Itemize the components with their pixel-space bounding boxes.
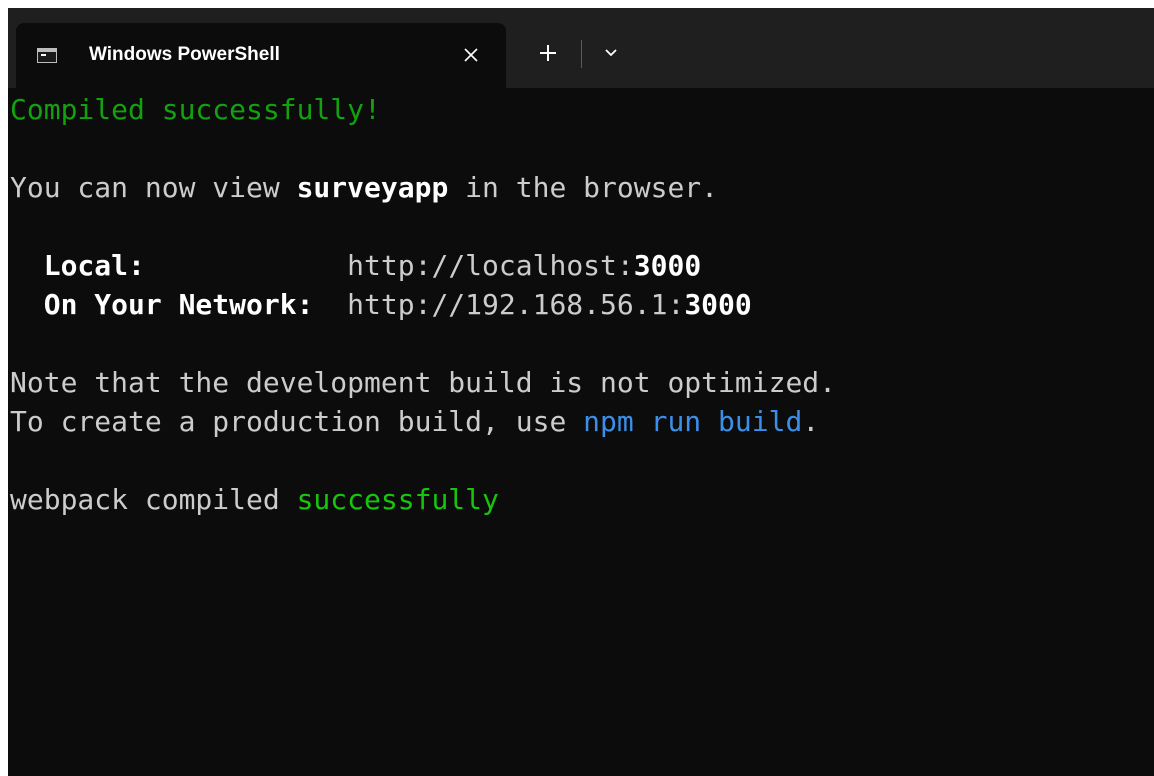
tab-windows-powershell[interactable]: Windows PowerShell [16,23,506,90]
webpack-text: webpack compiled [10,483,297,516]
network-url: http://192.168.56.1: [347,288,685,321]
terminal-output[interactable]: Compiled successfully! You can now view s… [10,90,1150,770]
view-message: You can now view surveyapp in the browse… [10,168,1150,207]
local-port: 3000 [633,249,702,282]
webpack-status: successfully [296,483,499,516]
network-address-line: On Your Network: http://192.168.56.1:300… [10,285,1150,324]
prod-text-pre: To create a production build, use [10,405,584,438]
new-tab-button[interactable] [533,38,563,68]
note-line: Note that the development build is not o… [10,366,837,399]
close-tab-button[interactable] [456,40,486,70]
view-text-post: in the browser. [448,171,719,204]
network-label: On Your Network: [43,288,314,321]
view-text-pre: You can now view [10,171,297,204]
chevron-down-icon [605,49,617,57]
close-icon [464,48,478,62]
network-port: 3000 [684,288,752,321]
divider [581,40,582,68]
webpack-status-line: webpack compiled successfully [10,480,1150,519]
powershell-terminal-icon [37,48,57,63]
terminal-window: Windows PowerShell Compiled successfully… [8,8,1154,776]
npm-command: npm run build [583,405,803,438]
compiled-message: Compiled successfully! [10,93,381,126]
prod-text-post: . [802,405,820,438]
local-label: Local: [43,249,145,282]
local-url: http://localhost: [347,249,634,282]
local-address-line: Local: http://localhost:3000 [10,246,1150,285]
production-build-line: To create a production build, use npm ru… [10,402,1150,441]
title-bar: Windows PowerShell [8,8,1154,90]
app-name: surveyapp [296,171,449,204]
plus-icon [540,45,556,61]
tab-title: Windows PowerShell [89,44,280,65]
new-tab-dropdown-button[interactable] [596,38,626,68]
